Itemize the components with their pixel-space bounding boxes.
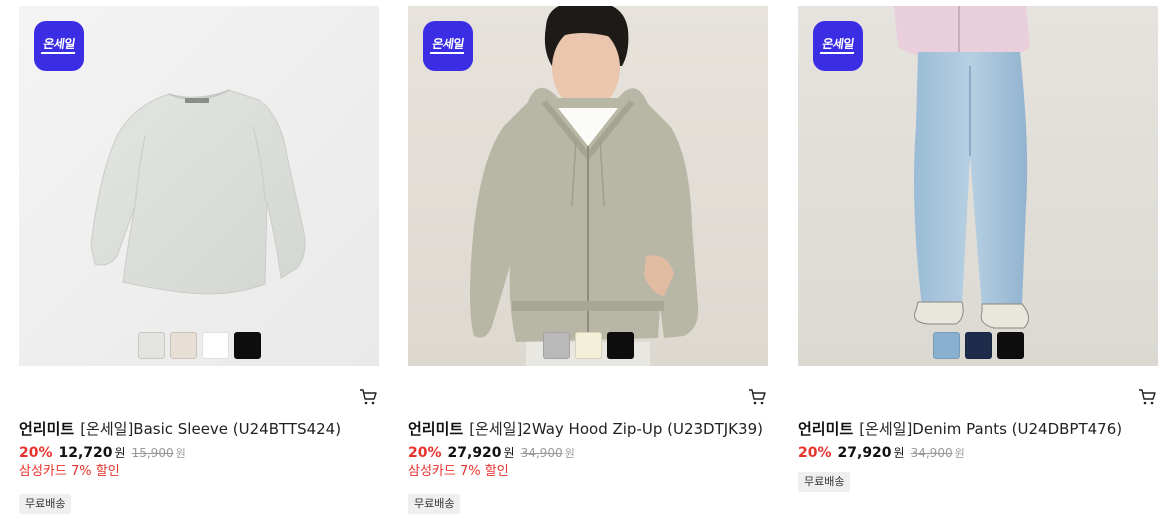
discount-rate: 20% xyxy=(798,445,832,461)
price-row: 20% 27,920 원 34,900 원 xyxy=(798,444,965,463)
color-swatch[interactable] xyxy=(201,332,229,359)
card-discount-text: 삼성카드 7% 할인 xyxy=(408,464,509,479)
onsale-badge: 온세일 xyxy=(813,21,863,71)
product-title[interactable]: 언리미트 [온세일]Basic Sleeve (U24BTTS424) xyxy=(19,419,389,439)
price-row: 20% 27,920 원 34,900 원 xyxy=(408,444,575,463)
original-currency-label: 원 xyxy=(564,447,575,460)
sale-price: 27,920 xyxy=(837,445,892,461)
product-card: 온세일 언리미트 [온세일]2Way Hood Zip-Up (U23DTJK39… xyxy=(408,6,768,514)
card-discount-text: 삼성카드 7% 할인 xyxy=(19,464,120,479)
color-swatches xyxy=(19,332,379,359)
original-price: 15,900 xyxy=(131,446,174,460)
product-title[interactable]: 언리미트 [온세일]2Way Hood Zip-Up (U23DTJK39) xyxy=(408,419,778,439)
color-swatch[interactable] xyxy=(964,332,992,359)
cart-icon xyxy=(360,389,377,405)
brand-name[interactable]: 언리미트 xyxy=(19,420,74,438)
free-shipping-tag: 무료배송 xyxy=(19,494,72,514)
free-shipping-tag: 무료배송 xyxy=(408,494,461,514)
brand-name[interactable]: 언리미트 xyxy=(798,420,853,438)
original-price: 34,900 xyxy=(910,446,953,460)
currency-label: 원 xyxy=(114,446,126,460)
original-currency-label: 원 xyxy=(954,447,965,460)
color-swatch[interactable] xyxy=(542,332,570,359)
color-swatches xyxy=(408,332,768,359)
product-card: 온세일 언리미트 [온세일]Basic Sleeve (U24BTTS424) 2… xyxy=(19,6,379,514)
price-row: 20% 12,720 원 15,900 원 xyxy=(19,444,186,463)
product-name[interactable]: [온세일]2Way Hood Zip-Up (U23DTJK39) xyxy=(469,420,763,438)
color-swatch[interactable] xyxy=(996,332,1024,359)
color-swatch[interactable] xyxy=(574,332,602,359)
color-swatch[interactable] xyxy=(932,332,960,359)
product-grid: 온세일 언리미트 [온세일]Basic Sleeve (U24BTTS424) 2… xyxy=(0,0,1165,528)
product-image-link[interactable]: 온세일 xyxy=(408,6,768,366)
color-swatch[interactable] xyxy=(233,332,261,359)
currency-label: 원 xyxy=(893,446,905,460)
product-image-link[interactable]: 온세일 xyxy=(19,6,379,366)
product-name[interactable]: [온세일]Basic Sleeve (U24BTTS424) xyxy=(80,420,341,438)
free-shipping-tag: 무료배송 xyxy=(798,472,851,492)
add-to-cart-button[interactable] xyxy=(1138,388,1156,406)
color-swatch[interactable] xyxy=(606,332,634,359)
product-card: 온세일 언리미트 [온세일]Denim Pants (U24DBPT476) 20… xyxy=(798,6,1158,492)
product-title[interactable]: 언리미트 [온세일]Denim Pants (U24DBPT476) xyxy=(798,419,1165,439)
product-image-link[interactable]: 온세일 xyxy=(798,6,1158,366)
color-swatch[interactable] xyxy=(137,332,165,359)
original-price: 34,900 xyxy=(520,446,563,460)
currency-label: 원 xyxy=(503,446,515,460)
color-swatches xyxy=(798,332,1158,359)
discount-rate: 20% xyxy=(408,445,442,461)
add-to-cart-button[interactable] xyxy=(359,388,377,406)
cart-icon xyxy=(749,389,766,405)
color-swatch[interactable] xyxy=(169,332,197,359)
onsale-badge: 온세일 xyxy=(34,21,84,71)
sale-price: 27,920 xyxy=(447,445,502,461)
cart-icon xyxy=(1139,389,1156,405)
brand-name[interactable]: 언리미트 xyxy=(408,420,463,438)
discount-rate: 20% xyxy=(19,445,53,461)
add-to-cart-button[interactable] xyxy=(748,388,766,406)
product-name[interactable]: [온세일]Denim Pants (U24DBPT476) xyxy=(859,420,1122,438)
onsale-badge: 온세일 xyxy=(423,21,473,71)
original-currency-label: 원 xyxy=(175,447,186,460)
sale-price: 12,720 xyxy=(58,445,113,461)
